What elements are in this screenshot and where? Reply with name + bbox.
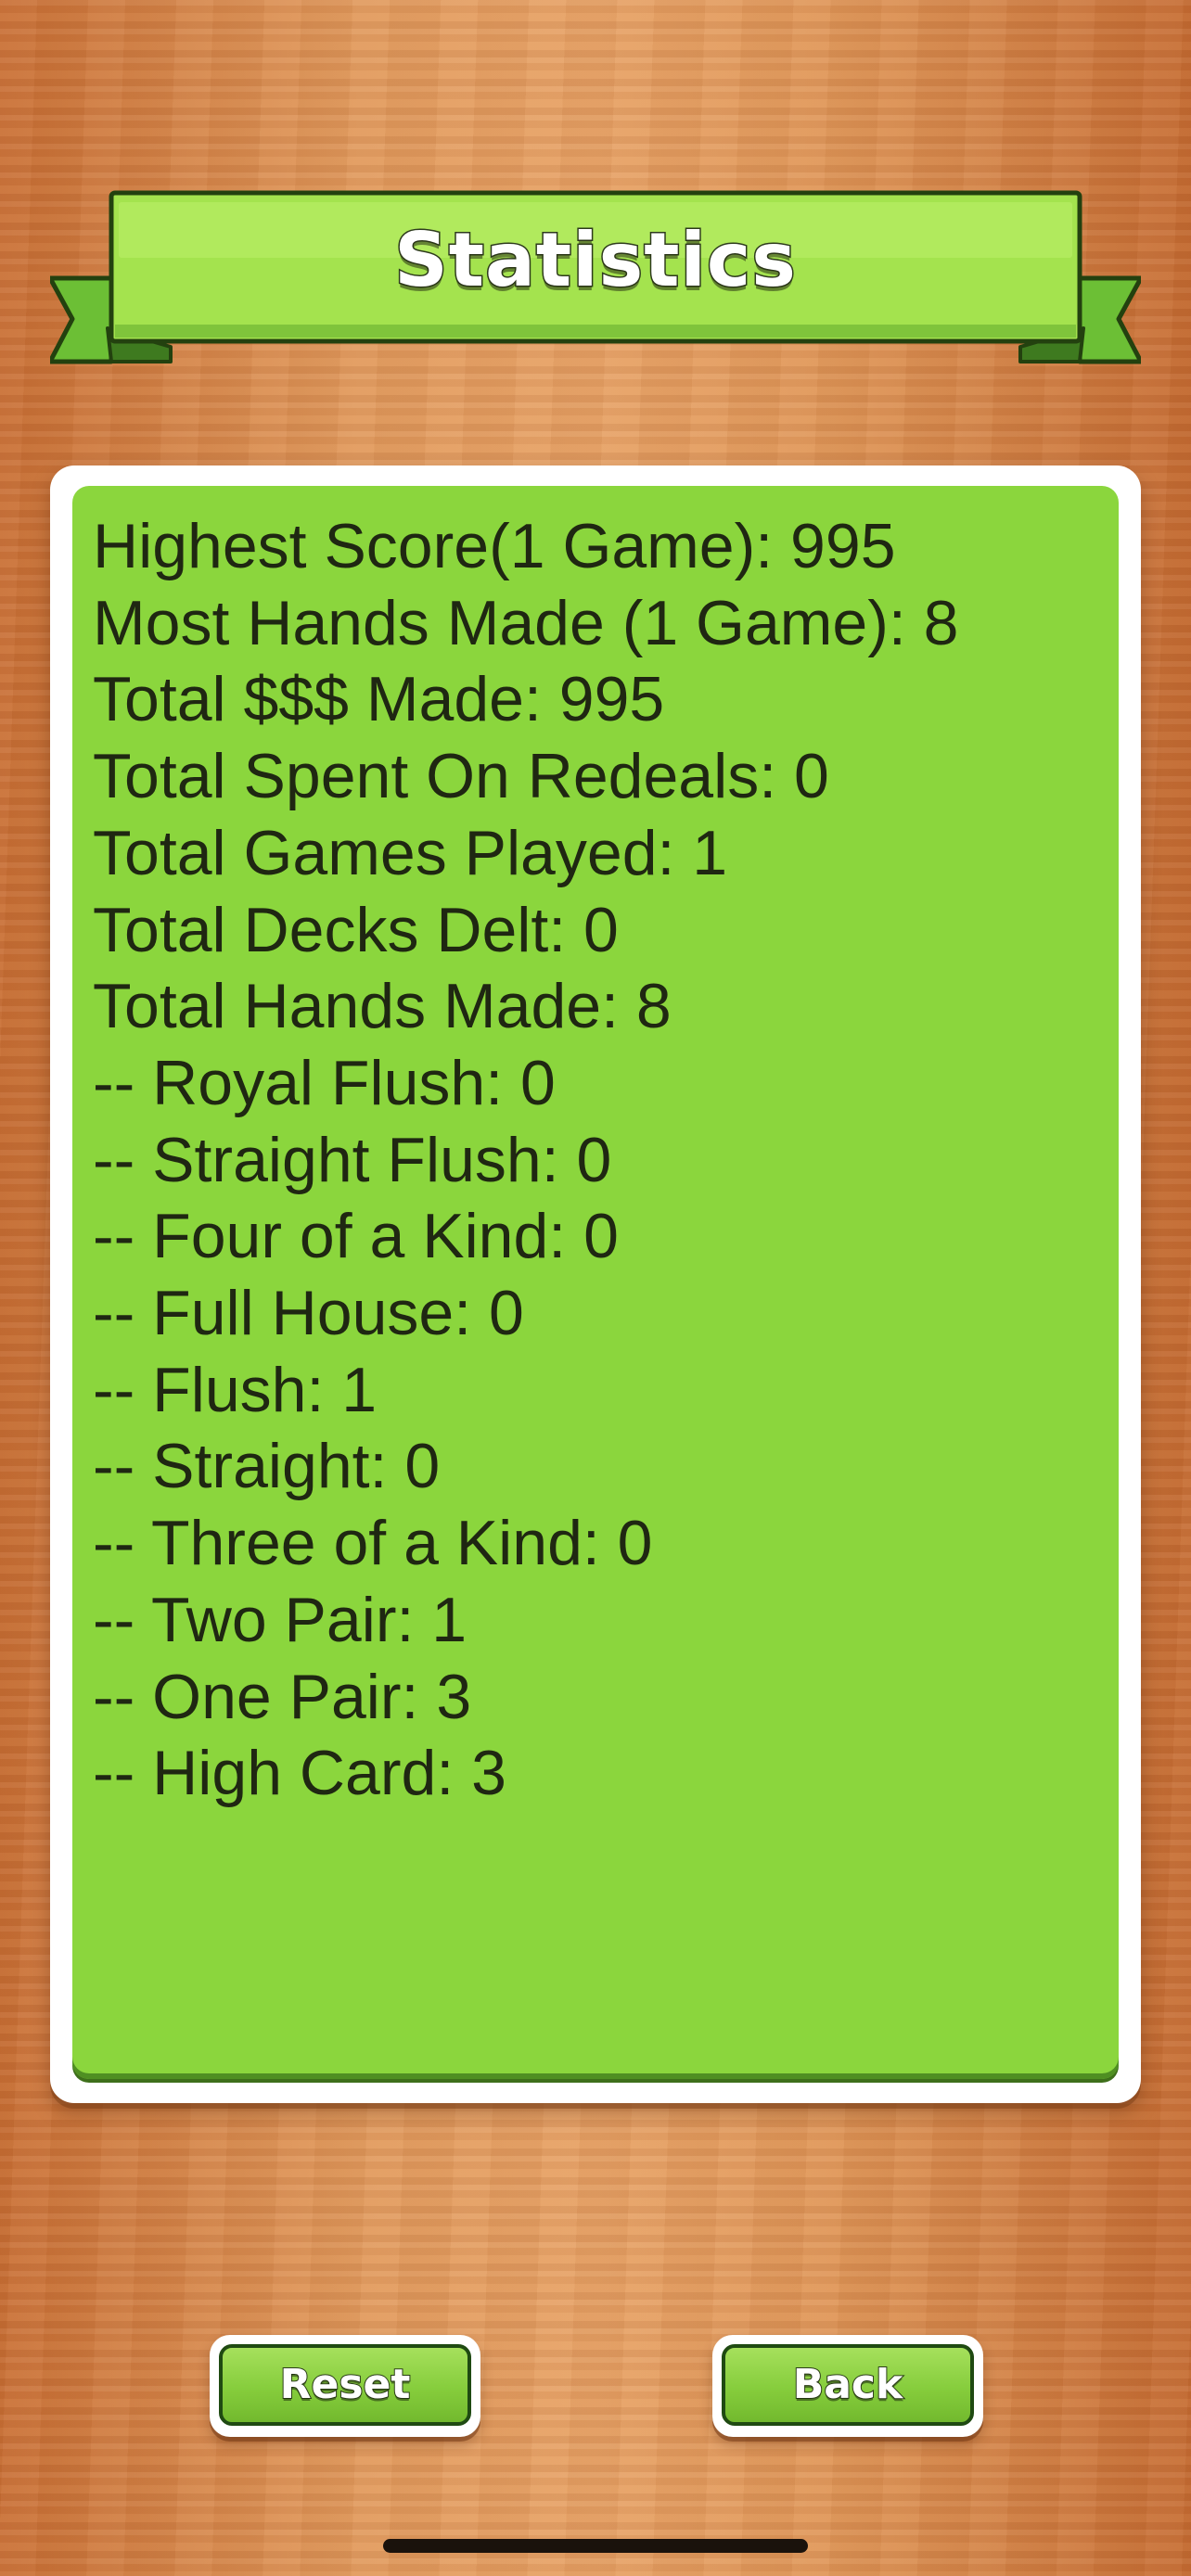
- stat-straight-flush: -- Straight Flush: 0: [93, 1124, 612, 1195]
- stat-highest-score: Highest Score(1 Game): 995: [93, 511, 896, 581]
- stat-high-card: -- High Card: 3: [93, 1738, 506, 1809]
- stats-panel-body: Highest Score(1 Game): 995 Most Hands Ma…: [72, 486, 1119, 2079]
- page-title: Statistics: [393, 216, 798, 305]
- stat-four-of-a-kind: -- Four of a Kind: 0: [93, 1201, 619, 1272]
- stat-total-decks-dealt: Total Decks Delt: 0: [93, 894, 619, 965]
- stat-total-games-played: Total Games Played: 1: [93, 817, 728, 888]
- reset-button-face: Reset: [219, 2344, 471, 2426]
- back-button-label: Back: [792, 2360, 904, 2409]
- stat-total-money-made: Total $$$ Made: 995: [93, 664, 665, 735]
- stat-three-of-a-kind: -- Three of a Kind: 0: [93, 1508, 653, 1579]
- back-button[interactable]: Back: [712, 2335, 983, 2437]
- stats-panel: Highest Score(1 Game): 995 Most Hands Ma…: [50, 465, 1141, 2103]
- stat-total-hands-made: Total Hands Made: 8: [93, 971, 672, 1042]
- stat-one-pair: -- One Pair: 3: [93, 1661, 472, 1732]
- title-banner: Statistics: [50, 189, 1141, 365]
- stat-full-house: -- Full House: 0: [93, 1278, 524, 1349]
- stat-most-hands-made: Most Hands Made (1 Game): 8: [93, 587, 959, 658]
- back-button-face: Back: [722, 2344, 974, 2426]
- stat-straight: -- Straight: 0: [93, 1431, 441, 1502]
- reset-button-label: Reset: [279, 2360, 412, 2409]
- reset-button[interactable]: Reset: [210, 2335, 480, 2437]
- stats-list: Highest Score(1 Game): 995 Most Hands Ma…: [93, 508, 1098, 1812]
- stat-two-pair: -- Two Pair: 1: [93, 1584, 467, 1655]
- stat-flush: -- Flush: 1: [93, 1354, 378, 1425]
- stat-total-spent-redeals: Total Spent On Redeals: 0: [93, 741, 829, 812]
- stat-royal-flush: -- Royal Flush: 0: [93, 1047, 556, 1118]
- home-indicator[interactable]: [383, 2539, 808, 2553]
